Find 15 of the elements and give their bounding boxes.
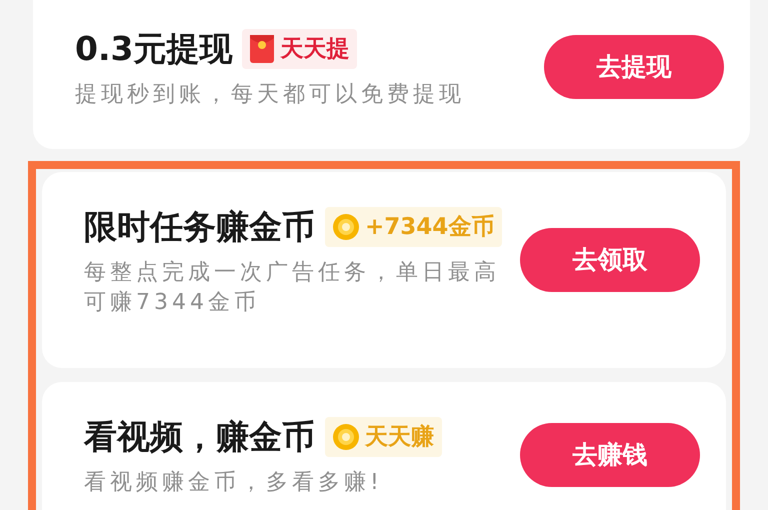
task-description: 提现秒到账，每天都可以免费提现 xyxy=(75,80,466,108)
task-title: 0.3元提现 xyxy=(75,28,232,70)
task-title: 限时任务赚金币 xyxy=(84,206,315,248)
badge-label: +7344金币 xyxy=(365,212,494,242)
action-button[interactable]: 去赚钱 xyxy=(520,422,700,487)
task-description: 每整点完成一次广告任务，单日最高可赚7344金币 xyxy=(84,258,501,316)
envelope-icon xyxy=(250,34,274,63)
badge-label: 天天提 xyxy=(280,34,350,64)
task-description: 看视频赚金币，多看多赚! xyxy=(84,468,384,496)
action-button[interactable]: 去领取 xyxy=(520,228,700,292)
task-title: 看视频，赚金币 xyxy=(84,416,315,458)
badge-label: 天天赚 xyxy=(365,422,434,452)
action-button[interactable]: 去提现 xyxy=(544,34,724,99)
coin-icon xyxy=(333,424,359,450)
coin-icon xyxy=(333,214,359,240)
